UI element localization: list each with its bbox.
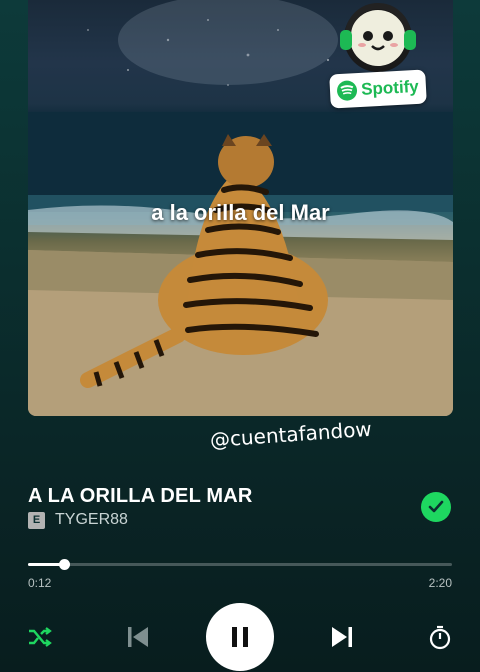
- shuffle-icon: [29, 627, 52, 647]
- spotify-brand-text: Spotify: [360, 76, 420, 99]
- sleep-timer-icon: [429, 625, 451, 650]
- spotify-logo-icon: [336, 80, 358, 102]
- time-total: 2:20: [428, 576, 452, 590]
- song-title[interactable]: A LA ORILLA DEL MAR: [28, 485, 253, 508]
- artist-name[interactable]: TYGER88: [55, 511, 128, 529]
- watermark-handle: @cuentafandow: [209, 416, 373, 452]
- spotify-sticker: Spotify: [328, 0, 428, 112]
- smiling-headphones-mascot-icon: [340, 3, 416, 72]
- pause-icon: [232, 627, 248, 647]
- skip-next-icon: [332, 627, 352, 647]
- skip-previous-icon: [128, 627, 148, 647]
- shuffle-button[interactable]: [25, 622, 55, 652]
- checkmark-icon: [428, 500, 444, 513]
- sleep-timer-button[interactable]: [425, 622, 455, 652]
- pause-button[interactable]: [206, 603, 274, 671]
- time-elapsed: 0:12: [28, 576, 52, 590]
- explicit-badge: E: [28, 511, 45, 529]
- liked-check-button[interactable]: [421, 492, 451, 522]
- playback-controls: [0, 600, 480, 672]
- progress-knob[interactable]: [59, 559, 71, 570]
- progress-bar[interactable]: [28, 559, 452, 570]
- next-track-button[interactable]: [327, 622, 357, 652]
- artist-row: E TYGER88: [28, 511, 128, 529]
- previous-track-button[interactable]: [123, 622, 153, 652]
- spotify-brand-label: Spotify: [329, 69, 427, 109]
- artwork-caption: a la orilla del Mar: [151, 200, 330, 225]
